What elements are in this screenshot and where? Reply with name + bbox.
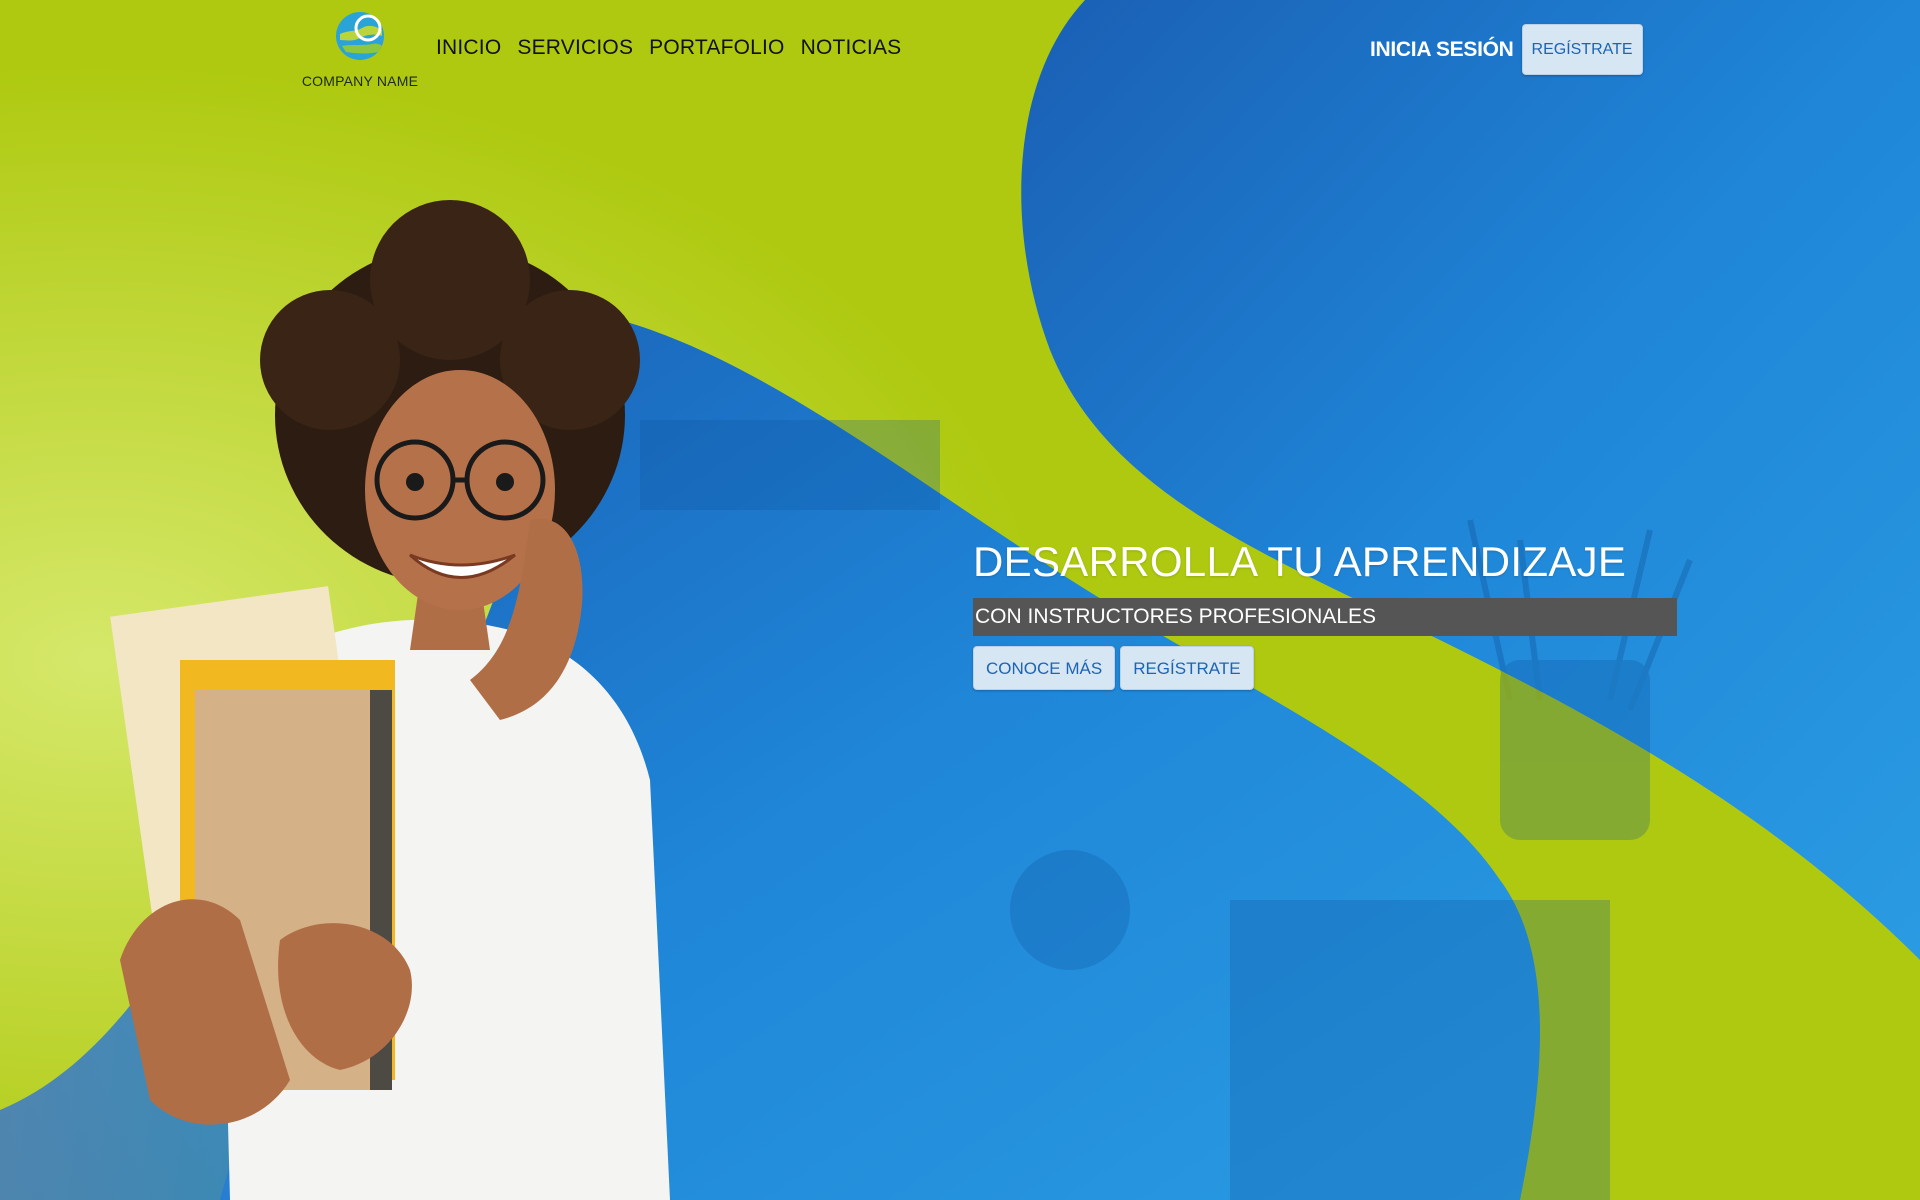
learn-more-button[interactable]: CONOCE MÁS — [973, 646, 1116, 690]
nav-item-servicios[interactable]: SERVICIOS — [517, 36, 633, 60]
hero-subtitle: CON INSTRUCTORES PROFESIONALES — [973, 598, 1677, 636]
nav-item-inicio[interactable]: INICIO — [436, 36, 501, 60]
hero-section: DESARROLLA TU APRENDIZAJE CON INSTRUCTOR… — [973, 536, 1677, 690]
hero-actions: CONOCE MÁS REGÍSTRATE — [973, 646, 1677, 690]
hero-register-button[interactable]: REGÍSTRATE — [1120, 646, 1254, 690]
auth-area: INICIA SESIÓN REGÍSTRATE — [1370, 24, 1643, 75]
globe-logo-icon — [336, 12, 384, 60]
company-logo[interactable]: COMPANY NAME — [300, 8, 420, 98]
main-nav: INICIO SERVICIOS PORTAFOLIO NOTICIAS — [436, 36, 901, 60]
nav-item-noticias[interactable]: NOTICIAS — [801, 36, 902, 60]
site-header: COMPANY NAME INICIO SERVICIOS PORTAFOLIO… — [0, 0, 1920, 110]
hero-title: DESARROLLA TU APRENDIZAJE — [973, 538, 1627, 585]
header-register-button[interactable]: REGÍSTRATE — [1521, 24, 1643, 75]
nav-item-portafolio[interactable]: PORTAFOLIO — [649, 36, 784, 60]
student-image — [110, 200, 670, 1200]
company-name: COMPANY NAME — [301, 73, 419, 89]
login-link[interactable]: INICIA SESIÓN — [1370, 38, 1514, 62]
landing-page: COMPANY NAME INICIO SERVICIOS PORTAFOLIO… — [0, 0, 1920, 1200]
